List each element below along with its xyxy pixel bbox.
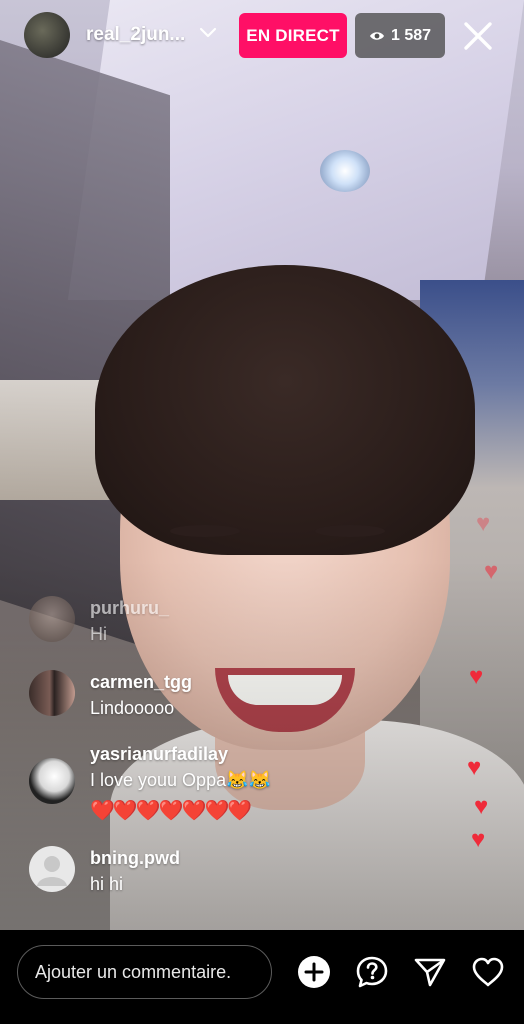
commenter-avatar[interactable] [29,758,75,804]
host-username[interactable]: real_2jun... [86,24,185,46]
comment-text: hi hi [90,874,124,894]
ceiling-light [320,150,370,192]
live-header: real_2jun... EN DIRECT 1 587 [0,0,524,72]
commenter-username[interactable]: bning.pwd [90,848,180,869]
commenter-avatar[interactable] [29,846,75,892]
chevron-down-icon[interactable] [198,22,218,42]
host-avatar[interactable] [24,12,70,58]
comment-text: Hi [90,624,107,644]
viewer-count: 1 587 [390,26,432,44]
floating-heart: ♥ [467,754,482,781]
left-eye [170,525,240,537]
question-icon[interactable] [355,955,389,989]
add-icon[interactable] [297,955,331,989]
comment-text: I love youu Oppa😹😹 [90,770,271,790]
eye-icon [369,31,384,40]
hair [95,265,475,555]
live-badge: EN DIRECT [239,13,347,58]
comment-input[interactable] [17,945,272,999]
window-glow [0,380,110,500]
floating-heart: ♥ [476,510,491,537]
commenter-username[interactable]: carmen_tgg [90,672,192,693]
close-icon[interactable] [460,18,496,54]
floating-heart: ♥ [484,558,499,585]
default-avatar-icon [37,856,67,886]
commenter-avatar[interactable] [29,596,75,642]
comment-text-hearts: ❤️❤️❤️❤️❤️❤️❤️ [90,800,252,822]
right-eye [315,525,385,537]
heart-icon[interactable] [471,955,505,989]
commenter-username[interactable]: yasrianurfadilay [90,744,228,765]
send-icon[interactable] [413,955,447,989]
commenter-avatar[interactable] [29,670,75,716]
video-shade [0,560,524,930]
commenter-username[interactable]: purhuru_ [90,598,169,619]
floating-heart: ♥ [471,826,486,853]
floating-heart: ♥ [469,663,484,690]
viewer-count-badge[interactable]: 1 587 [355,13,445,58]
floating-heart: ♥ [474,793,489,820]
comment-text: Lindooooo [90,698,175,718]
